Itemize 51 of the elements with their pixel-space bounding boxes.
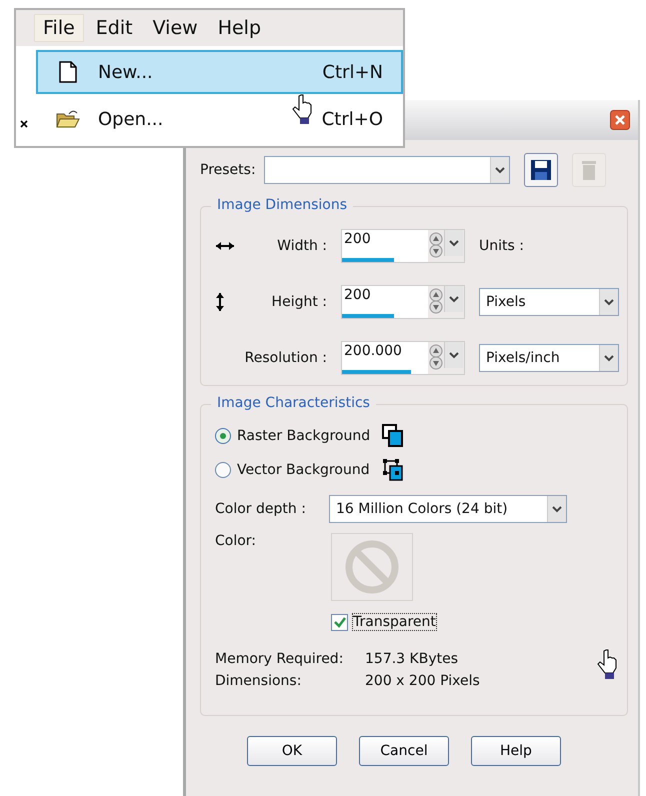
color-swatch[interactable] [331,533,413,601]
height-slider-fill[interactable] [342,314,394,318]
raster-background-radio[interactable]: Raster Background [215,428,370,444]
height-spin-field[interactable]: 200 [341,285,465,319]
memory-label: Memory Required: [215,651,344,667]
menu-item[interactable]: Open... Ctrl+O [36,97,403,141]
menu-bar-item[interactable]: File [34,14,84,42]
units-label: Units : [479,238,524,254]
folder-icon [56,109,80,129]
height-label: Height : [272,294,327,310]
color-depth-label: Color depth : [215,501,307,517]
spin-arrows-icon [429,232,443,258]
units-dropdown[interactable]: Pixels [479,288,619,316]
hand-cursor-icon [292,94,312,124]
group-title: Image Characteristics [211,395,376,411]
close-icon [20,120,28,128]
presets-label: Presets: [200,162,256,178]
dialog-button[interactable]: Cancel [359,736,449,766]
width-slider-fill[interactable] [342,258,394,262]
overlapping-squares-icon [382,424,404,448]
menu-bar-item[interactable]: Edit [88,15,141,41]
menu-bar-item[interactable]: View [144,15,206,41]
close-icon[interactable] [610,110,630,130]
resolution-slider-fill[interactable] [342,370,411,374]
width-label: Width : [277,238,327,254]
spin-arrows-icon [429,288,443,314]
spin-arrows-icon [429,344,443,370]
color-label: Color: [215,533,258,549]
dialog-button[interactable]: OK [247,736,337,766]
dimensions-value: 200 x 200 Pixels [365,673,480,689]
hand-cursor-icon [597,649,617,679]
vertical-arrows-icon [215,292,225,312]
no-symbol-icon [344,539,400,595]
resolution-spin-field[interactable]: 200.000 [341,341,465,375]
menu-item[interactable]: New... Ctrl+N [36,50,403,94]
resolution-label: Resolution : [244,350,327,366]
vector-nodes-icon [382,458,404,482]
check-mark-icon [334,616,346,628]
width-spin-field[interactable]: 200 [341,229,465,263]
color-depth-dropdown[interactable]: 16 Million Colors (24 bit) [329,495,567,523]
presets-dropdown[interactable] [264,156,510,184]
blank-page-icon [59,61,77,83]
menu-bar-item[interactable]: Help [210,15,270,41]
dimensions-label: Dimensions: [215,673,302,689]
memory-value: 157.3 KBytes [365,651,458,667]
group-title: Image Dimensions [211,197,354,213]
horizontal-arrows-icon [215,241,235,251]
save-preset-button[interactable] [524,153,558,187]
dialog-button[interactable]: Help [471,736,561,766]
resolution-units-dropdown[interactable]: Pixels/inch [479,344,619,372]
vector-background-radio[interactable]: Vector Background [215,462,370,478]
